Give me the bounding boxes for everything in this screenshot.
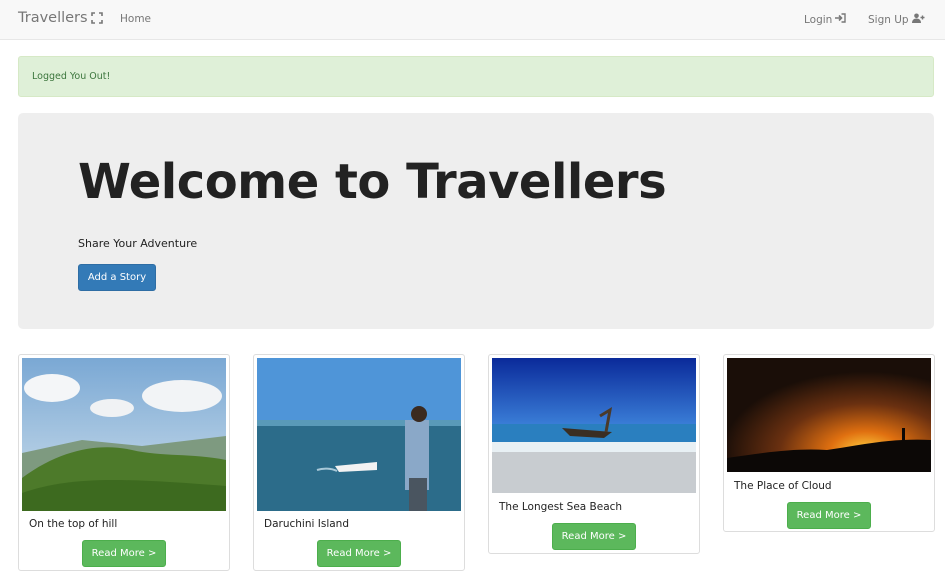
story-title: The Place of Cloud — [734, 480, 832, 492]
read-more-button[interactable]: Read More > — [787, 502, 871, 529]
read-more-button[interactable]: Read More > — [82, 540, 166, 567]
user-plus-icon — [911, 13, 925, 26]
nav-home-link[interactable]: Home — [120, 13, 151, 25]
nav-login-link[interactable]: Login — [804, 13, 847, 26]
story-card: The Longest Sea Beach Read More > — [488, 354, 700, 554]
story-image[interactable] — [727, 358, 931, 472]
brand-label: Travellers — [18, 10, 88, 26]
nav-signup-link[interactable]: Sign Up — [868, 13, 925, 26]
sign-in-icon — [835, 13, 847, 26]
story-image[interactable] — [22, 358, 226, 511]
jumbotron: Welcome to Travellers Share Your Adventu… — [18, 113, 934, 329]
story-title: On the top of hill — [29, 518, 118, 530]
story-title: Daruchini Island — [264, 518, 349, 530]
story-title: The Longest Sea Beach — [499, 501, 623, 513]
brand-link[interactable]: Travellers — [18, 10, 103, 26]
navbar: Travellers Home Login Sign Up — [0, 0, 945, 40]
expand-icon — [90, 12, 103, 24]
read-more-button[interactable]: Read More > — [552, 523, 636, 550]
alert-message: Logged You Out! — [32, 71, 111, 82]
story-card: Daruchini Island Read More > — [253, 354, 465, 571]
read-more-button[interactable]: Read More > — [317, 540, 401, 567]
story-card: The Place of Cloud Read More > — [723, 354, 935, 532]
story-image[interactable] — [492, 358, 696, 493]
nav-signup-label: Sign Up — [868, 13, 909, 26]
story-image[interactable] — [257, 358, 461, 511]
page-subtitle: Share Your Adventure — [78, 237, 198, 250]
add-story-button[interactable]: Add a Story — [78, 264, 156, 291]
logout-alert: Logged You Out! — [18, 56, 934, 97]
nav-login-label: Login — [804, 13, 833, 26]
story-card: On the top of hill Read More > — [18, 354, 230, 571]
page-title: Welcome to Travellers — [78, 154, 667, 210]
